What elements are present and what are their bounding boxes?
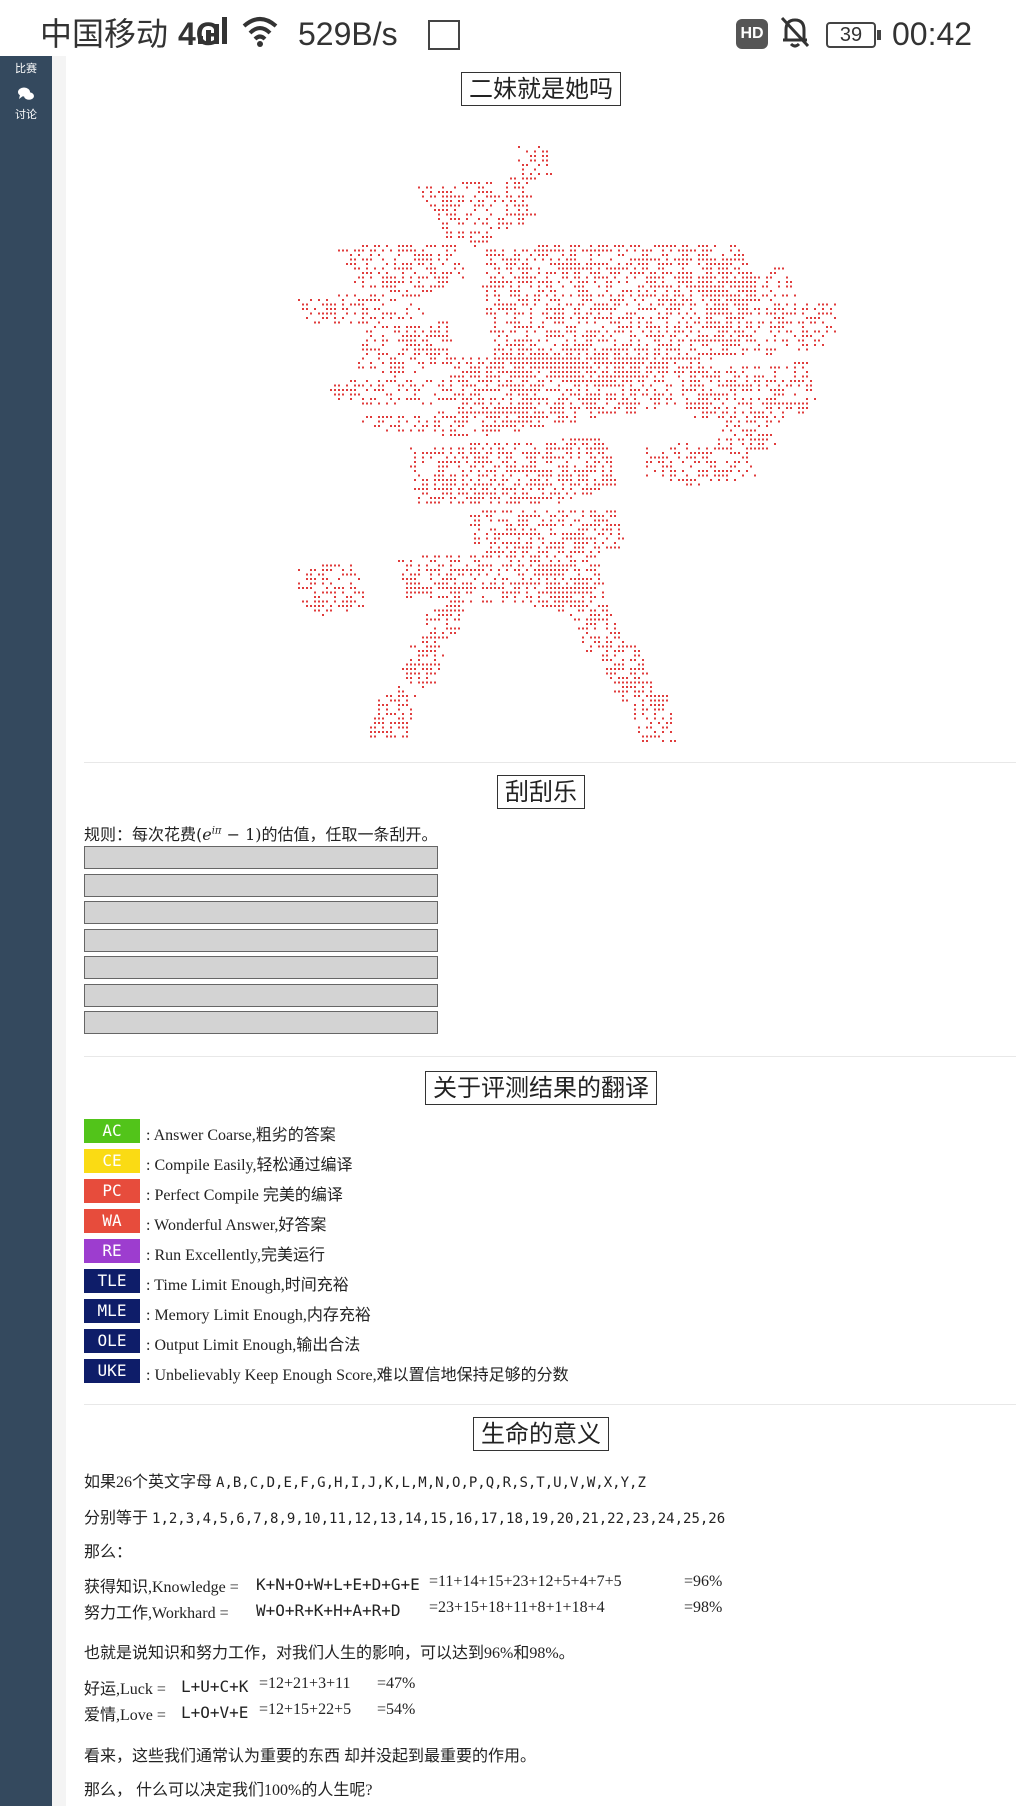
rule-math-tail: − 1)	[221, 825, 262, 844]
verdict-row: PC : Perfect Compile 完美的编译	[84, 1179, 984, 1205]
sidebar-item-label: 比赛	[15, 62, 37, 75]
conclusion-importance: 看来，这些我们通常认为重要的东西 却并没起到最重要的作用。	[84, 1748, 537, 1765]
carrier-name: 中国移动	[40, 16, 169, 52]
letters-list: A,B,C,D,E,F,G,H,I,J,K,L,M,N,O,P,Q,R,S,T,…	[216, 1475, 646, 1491]
numbers-list: 1,2,3,4,5,6,7,8,9,10,11,12,13,14,15,16,1…	[152, 1511, 726, 1527]
equation-sum: =12+15+22+5	[259, 1701, 352, 1718]
content-gutter	[52, 56, 66, 1806]
verdict-row: AC : Answer Coarse,粗劣的答案	[84, 1119, 984, 1145]
verdict-row: CE : Compile Easily,轻松通过编译	[84, 1149, 984, 1175]
verdict-badge: UKE	[84, 1359, 140, 1383]
letters-line: 如果26个英文字母 A,B,C,D,E,F,G,H,I,J,K,L,M,N,O,…	[84, 1468, 646, 1492]
scratch-card[interactable]	[84, 873, 438, 897]
verdict-description: : Wonderful Answer,好答案	[146, 1217, 327, 1234]
rule-exponent: iπ	[211, 825, 222, 837]
equation-label: 爱情,Love =	[84, 1707, 166, 1724]
equation-sum: =11+14+15+23+12+5+4+7+5	[429, 1573, 622, 1590]
equation-letters: K+N+O+W+L+E+D+G+E	[256, 1575, 420, 1594]
final-question: 那么， 什么可以决定我们100%的人生呢?	[84, 1782, 373, 1799]
verdict-badge: PC	[84, 1179, 140, 1203]
verdict-description: : Compile Easily,轻松通过编译	[146, 1157, 353, 1174]
verdict-badge: CE	[84, 1149, 140, 1173]
equation-result: =54%	[377, 1701, 416, 1718]
scratch-rule: 规则：每次花费(eiπ − 1)的估值，任取一条刮开。	[84, 821, 438, 845]
verdict-description: : Unbelievably Keep Enough Score,难以置信地保持…	[146, 1367, 569, 1384]
verdict-badge: RE	[84, 1239, 140, 1263]
life-title: 生命的意义	[473, 1417, 609, 1451]
braille-ascii-art	[298, 146, 836, 742]
equation-label: 获得知识,Knowledge =	[84, 1579, 239, 1596]
verdict-row: MLE : Memory Limit Enough,内存充裕	[84, 1299, 984, 1325]
verdict-badge: OLE	[84, 1329, 140, 1353]
numbers-prefix: 分别等于	[84, 1510, 153, 1527]
verdict-badge: AC	[84, 1119, 140, 1143]
battery-indicator: 39	[826, 22, 881, 48]
divider	[84, 762, 1016, 763]
verdict-description: : Run Excellently,完美运行	[146, 1247, 325, 1264]
main-content: 二妹就是她吗 刮刮乐 规则：每次花费(eiπ − 1)的估值，任取一条刮开。 关…	[66, 56, 1016, 1806]
conclusion-knowledge: 也就是说知识和努力工作，对我们人生的影响，可以达到96%和98%。	[84, 1645, 575, 1662]
section-title-verdicts: 关于评测结果的翻译	[66, 1071, 1016, 1105]
bell-muted-icon	[778, 14, 812, 59]
verdict-row: OLE : Output Limit Enough,输出合法	[84, 1329, 984, 1355]
art-title: 二妹就是她吗	[461, 72, 621, 106]
equation-label: 好运,Luck =	[84, 1681, 166, 1698]
divider	[84, 1056, 1016, 1057]
wifi-icon	[240, 14, 280, 57]
sidebar: 比赛 讨论	[0, 56, 52, 1806]
scratch-card[interactable]	[84, 846, 438, 869]
rule-prefix: 规则：每次花费(	[84, 825, 203, 844]
verdict-description: : Output Limit Enough,输出合法	[146, 1337, 361, 1354]
verdicts-title: 关于评测结果的翻译	[425, 1071, 657, 1105]
scratch-card[interactable]	[84, 928, 438, 952]
letters-prefix: 如果26个英文字母	[84, 1474, 217, 1491]
scratch-card[interactable]	[84, 901, 438, 924]
scratch-card[interactable]	[84, 1011, 438, 1034]
rule-math: e	[202, 825, 212, 844]
then-text: 那么：	[84, 1544, 133, 1561]
scratch-title: 刮刮乐	[497, 775, 585, 809]
verdict-row: WA : Wonderful Answer,好答案	[84, 1209, 984, 1235]
verdict-description: : Memory Limit Enough,内存充裕	[146, 1307, 371, 1324]
signal-icon	[196, 14, 232, 55]
verdict-badge: TLE	[84, 1269, 140, 1293]
sidebar-item-label: 讨论	[15, 108, 37, 121]
section-title-art: 二妹就是她吗	[66, 72, 1016, 106]
verdict-row: TLE : Time Limit Enough,时间充裕	[84, 1269, 984, 1295]
chat-bubbles-icon	[0, 86, 52, 106]
section-title-life: 生命的意义	[66, 1417, 1016, 1451]
clock-time: 00:42	[892, 16, 973, 52]
verdict-description: : Perfect Compile 完美的编译	[146, 1187, 343, 1204]
section-title-scratch: 刮刮乐	[66, 775, 1016, 809]
equation-sum: =12+21+3+11	[259, 1675, 351, 1692]
scratch-card[interactable]	[84, 983, 438, 1007]
notification-square-icon	[428, 20, 460, 50]
sidebar-item-discuss[interactable]: 讨论	[0, 86, 52, 122]
sidebar-item-contest[interactable]: 比赛	[0, 60, 52, 76]
hd-icon: HD	[736, 19, 768, 49]
equation-sum: =23+15+18+11+8+1+18+4	[429, 1599, 605, 1616]
numbers-line: 分别等于 1,2,3,4,5,6,7,8,9,10,11,12,13,14,15…	[84, 1504, 725, 1528]
equation-label: 努力工作,Workhard =	[84, 1605, 229, 1622]
verdict-description: : Time Limit Enough,时间充裕	[146, 1277, 349, 1294]
rule-suffix: 的估值，任取一条刮开。	[261, 825, 438, 844]
equation-result: =47%	[377, 1675, 416, 1692]
network-speed: 529B/s	[298, 16, 398, 52]
equation-letters: L+U+C+K	[181, 1677, 249, 1696]
verdict-badge: WA	[84, 1209, 140, 1233]
equation-result: =96%	[684, 1573, 723, 1590]
verdict-row: UKE : Unbelievably Keep Enough Score,难以置信…	[84, 1359, 984, 1385]
equation-result: =98%	[684, 1599, 723, 1616]
divider	[84, 1404, 1016, 1405]
equation-letters: L+O+V+E	[181, 1703, 249, 1722]
verdict-badge: MLE	[84, 1299, 140, 1323]
verdict-description: : Answer Coarse,粗劣的答案	[146, 1127, 336, 1144]
scratch-card[interactable]	[84, 956, 438, 979]
verdict-row: RE : Run Excellently,完美运行	[84, 1239, 984, 1265]
equation-letters: W+O+R+K+H+A+R+D	[256, 1601, 401, 1620]
